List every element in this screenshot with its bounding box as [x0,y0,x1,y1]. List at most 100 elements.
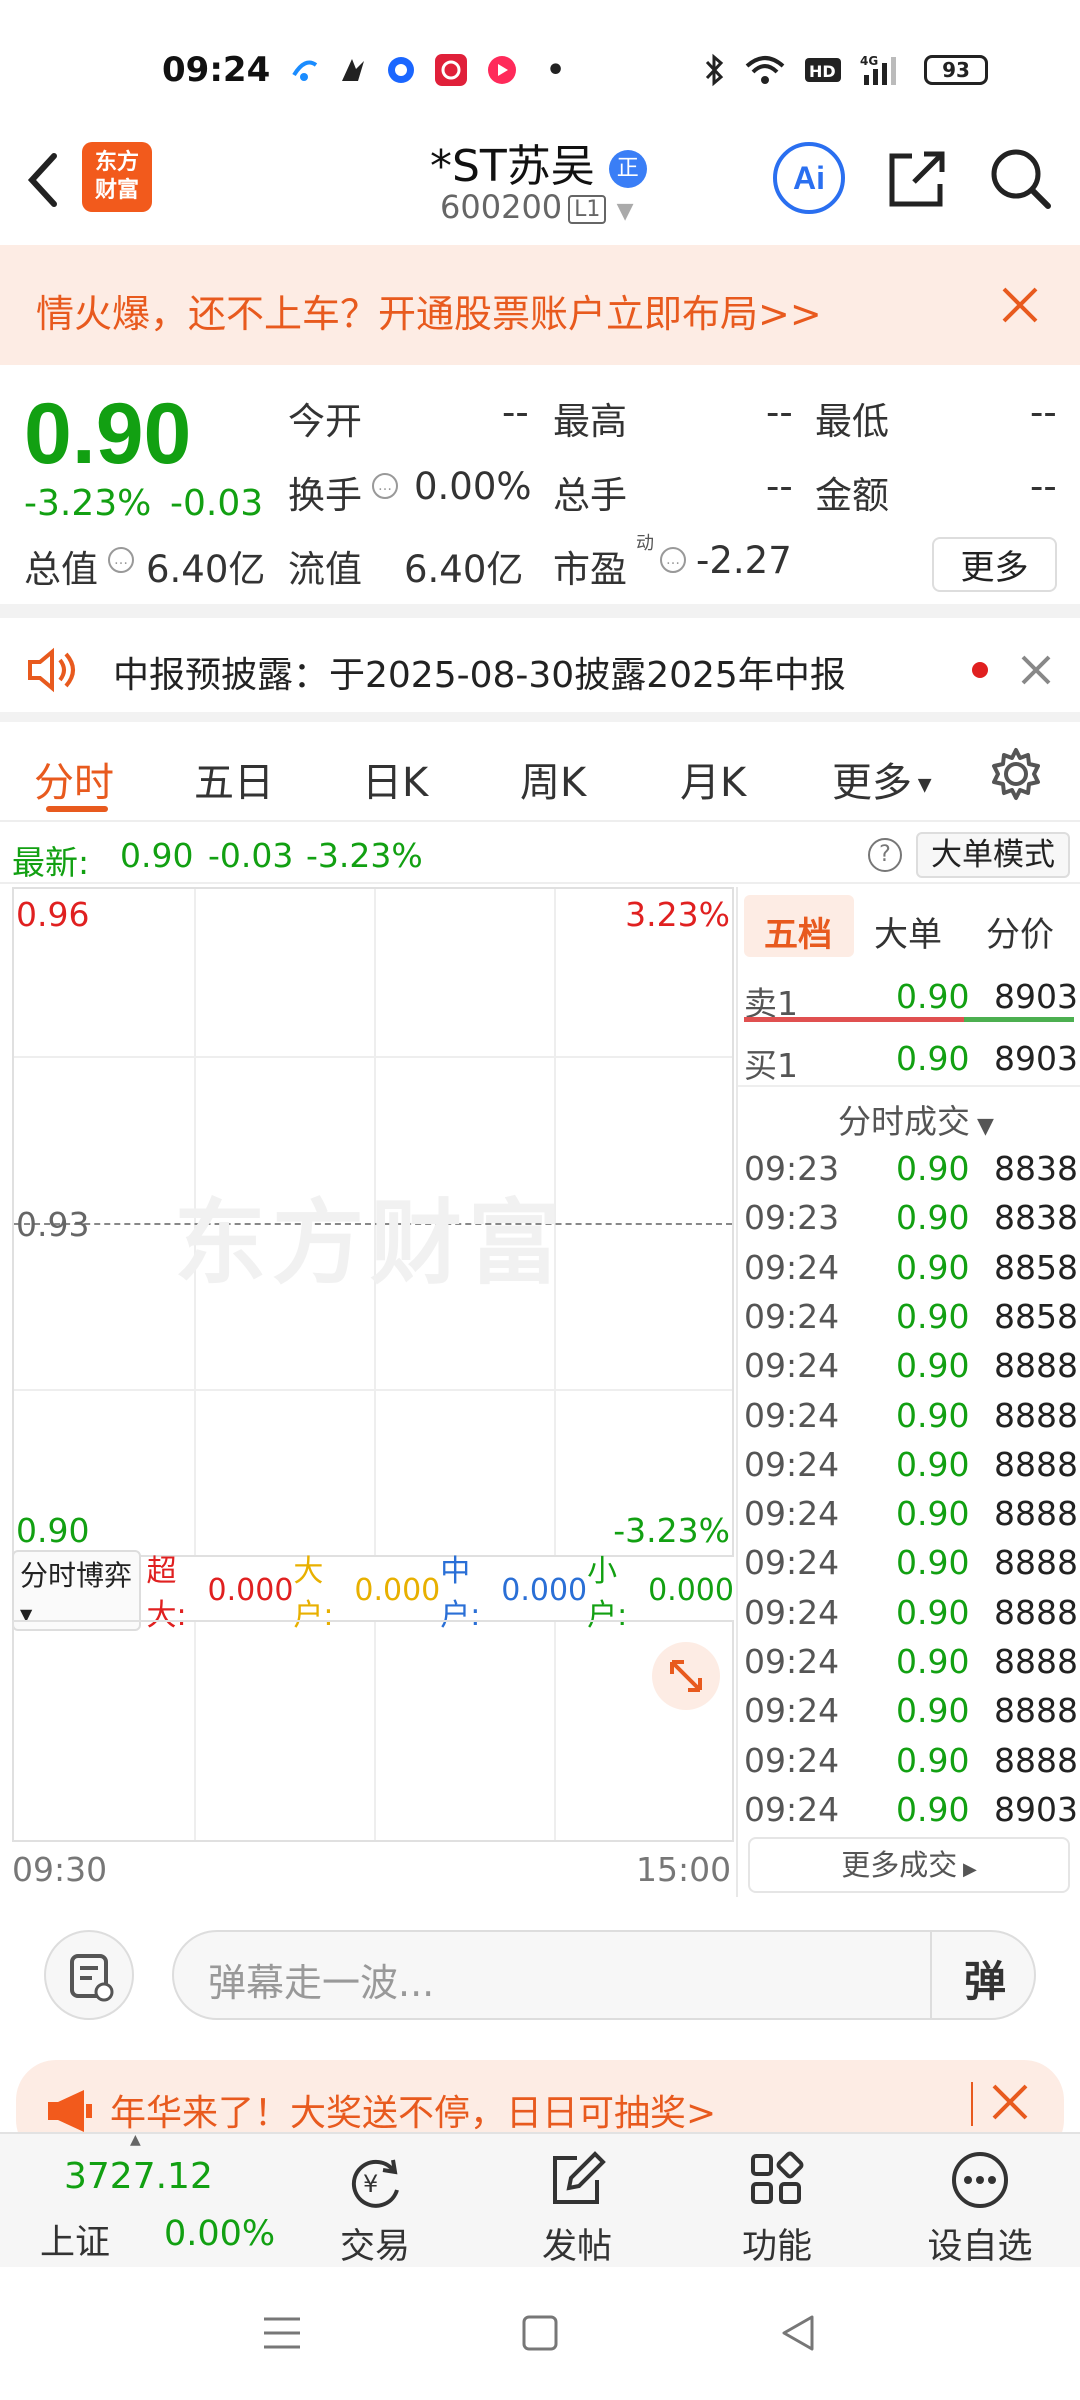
svg-text:¥: ¥ [363,2170,378,2198]
expand-icon [670,1660,702,1692]
tick-price: 0.90 [896,1149,970,1188]
change-pct: -3.23% [24,483,152,524]
total-value-label: 总值 [24,548,98,591]
latest-bar: 最新: 0.90 -0.03 -3.23% ? 大单模式 [0,826,1080,884]
tick-price: 0.90 [896,1592,970,1632]
low-value: -- [1030,391,1057,434]
logo-text-1: 东方 [94,150,139,175]
settings-gear-icon[interactable] [988,746,1044,802]
edit-icon [553,2151,606,2204]
sell-ratio-bar [744,1017,964,1022]
back-icon[interactable] [22,150,62,210]
tick-volume: 8858 [994,1247,1078,1287]
stock-title[interactable]: *ST苏吴 正 [430,130,647,194]
sub-chart[interactable] [12,1620,734,1842]
buy1-row: 买1 0.90 8903 [738,1033,1080,1085]
tab-more-label: 更多 [832,760,912,806]
ticks-title[interactable]: 分时成交 ▼ [838,1095,994,1143]
info-icon[interactable]: … [660,547,686,573]
open-label: 今开 [288,400,362,443]
danmu-bar: 弹幕走一波... 弹 [0,1900,1080,2040]
ai-button[interactable]: Ai [773,142,845,214]
change-value: -0.03 [170,483,264,524]
tick-row: 09:24 0.90 8888 [738,1390,1080,1439]
logo-text-2: 财富 [94,178,139,203]
info-icon[interactable]: … [108,547,134,573]
tab-price-split[interactable]: 分价 [986,907,1054,956]
watermark: 东方财富 [174,1190,567,1297]
system-icons: HD 4G 93 [702,50,988,90]
turnover-value: 0.00% [414,465,532,508]
divider [0,712,1080,722]
svg-text:4G: 4G [860,54,878,68]
index-pct: 0.00% [164,2214,276,2254]
volume-label: 总手 [553,474,627,517]
close-icon[interactable] [1020,654,1052,686]
notice-bar[interactable]: 中报预披露：于2025-08-30披露2025年中报 [0,618,1080,718]
status-time: 09:24 [162,50,271,90]
tick-row: 09:24 0.90 8888 [738,1488,1080,1537]
grid-line [554,1622,556,1840]
expand-button[interactable] [652,1642,720,1710]
share-icon[interactable] [886,148,948,210]
indicator-selector[interactable]: 分时博弈 ▼ [12,1549,141,1631]
search-icon[interactable] [988,146,1054,212]
sell1-volume: 8903 [994,977,1078,1016]
tick-time: 09:24 [744,1592,840,1632]
tick-time: 09:24 [744,1740,840,1780]
super-large-value: 0.000 [207,1572,294,1608]
danmu-input[interactable]: 弹幕走一波... 弹 [172,1930,1036,2020]
stock-code[interactable]: 600200 L1 ▼ [440,188,634,226]
current-price: 0.90 [24,386,192,482]
tab-five-day[interactable]: 五日 [194,750,274,808]
nav-add-watchlist[interactable]: 设自选 [910,2134,1050,2269]
tick-row: 09:24 0.90 8888 [738,1537,1080,1586]
grid-line [194,1622,196,1840]
time-end-label: 15:00 [636,1850,732,1889]
level-badge: L1 [568,194,607,224]
close-icon[interactable] [1000,285,1040,325]
tab-more[interactable]: 更多 ▼ [832,750,932,808]
circle-app-icon [388,57,414,83]
nav-post-label: 发帖 [541,2227,612,2267]
danmu-settings-button[interactable] [44,1930,134,2020]
tick-price: 0.90 [896,1740,970,1780]
buy1-label: 买1 [744,1046,798,1085]
tab-monthly-k[interactable]: 月K [680,750,746,808]
tick-time: 09:24 [744,1691,840,1731]
danmu-send-button[interactable]: 弹 [964,1948,1006,2009]
badge-icon: 正 [608,150,647,188]
help-icon[interactable]: ? [868,838,902,872]
index-widget[interactable]: ▲ 3727.12 上证 0.00% [40,2132,275,2269]
danmu-settings-icon [70,1954,114,2002]
menu-icon[interactable] [262,2315,302,2351]
tab-daily-k[interactable]: 日K [362,750,428,808]
tab-intraday[interactable]: 分时 [34,750,114,808]
tick-time: 09:24 [744,1642,840,1681]
tick-volume: 8838 [994,1149,1078,1188]
more-button[interactable]: 更多 [932,537,1057,592]
tick-price: 0.90 [896,1789,970,1829]
float-value-label: 流值 [288,548,362,591]
back-triangle-icon[interactable] [778,2313,818,2353]
divider [0,604,1080,618]
nav-functions[interactable]: 功能 [707,2134,847,2269]
sell1-price: 0.90 [896,977,970,1016]
tick-time: 09:24 [744,1346,840,1386]
tick-price: 0.90 [896,1444,970,1484]
pink-app-icon [488,56,516,84]
promo-banner[interactable]: 情火爆，还不上车？开通股票账户立即布局>> [0,245,1080,365]
big-order-mode-button[interactable]: 大单模式 [916,832,1070,878]
tab-weekly-k[interactable]: 周K [520,750,586,808]
intraday-chart[interactable]: 东方财富 0.96 3.23% 0.93 0.90 -3.23% [12,887,734,1557]
latest-change: -0.03 [208,836,294,875]
turnover-label: 换手 [288,474,362,517]
tab-big-order[interactable]: 大单 [874,907,942,956]
home-square-icon[interactable] [520,2313,560,2353]
nav-post[interactable]: 发帖 [507,2134,647,2269]
nav-trade[interactable]: ¥ 交易 [305,2134,445,2269]
info-icon[interactable]: … [372,473,398,499]
more-trades-button[interactable]: 更多成交 ▶ [748,1837,1070,1893]
tick-time: 09:24 [744,1494,840,1534]
close-icon[interactable] [988,2080,1032,2124]
